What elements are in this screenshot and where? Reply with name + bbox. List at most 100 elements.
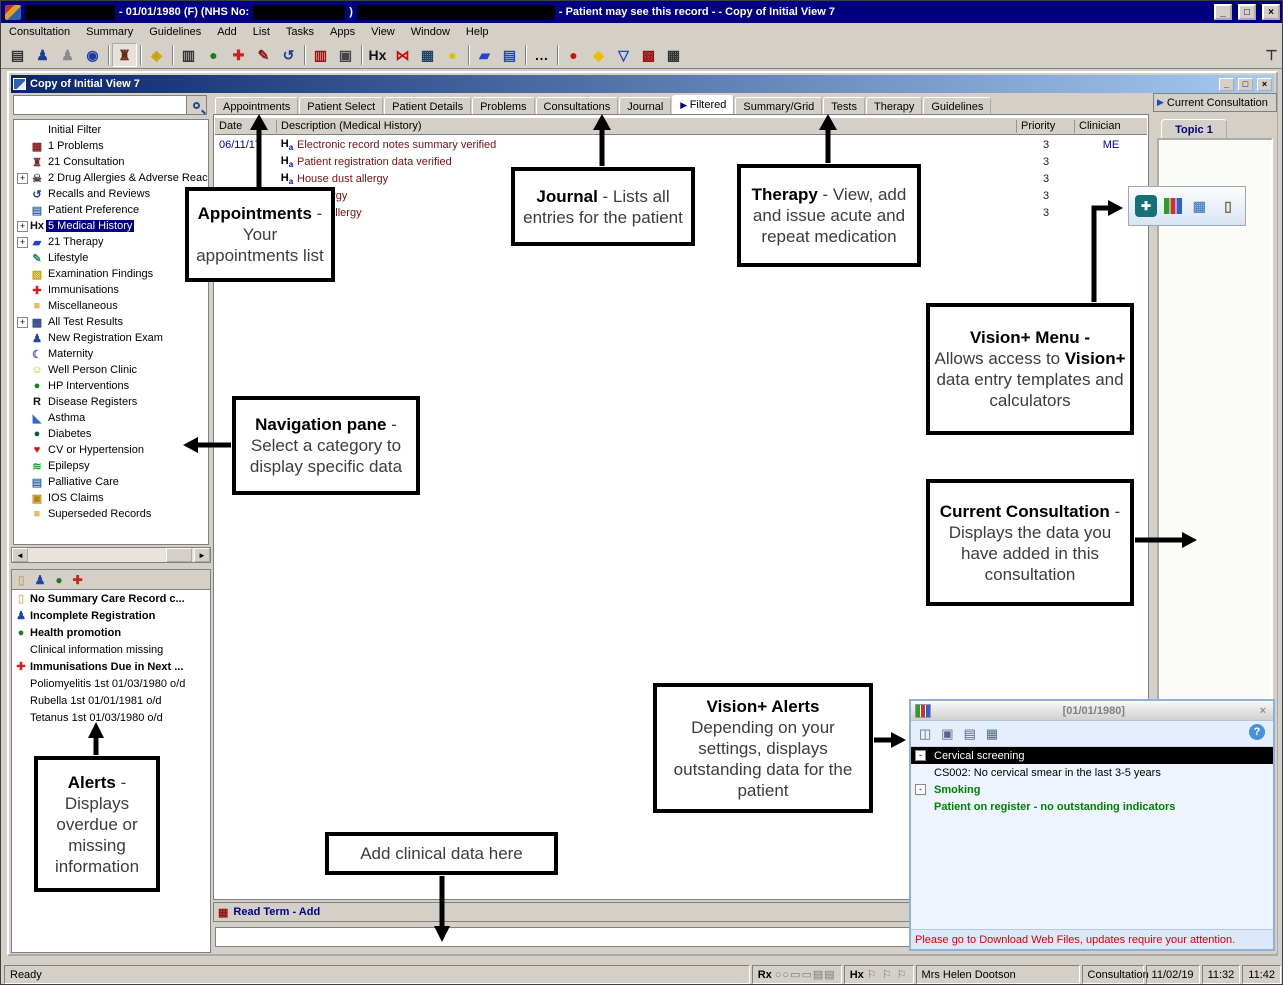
sidebar-item[interactable]: + ▰ 21 Therapy (14, 234, 208, 250)
copy-records-icon[interactable]: ▣ (333, 43, 358, 67)
alert-item[interactable]: ✚ Immunisations Due in Next ... (12, 658, 210, 675)
expander-box[interactable] (17, 413, 28, 424)
therapy-icon[interactable]: ▰ (472, 43, 497, 67)
problem-highlight-icon[interactable]: ● (561, 43, 586, 67)
sidebar-item[interactable]: ≋ Epilepsy (14, 458, 208, 474)
sidebar-item[interactable]: ▣ IOS Claims (14, 490, 208, 506)
filter-icon[interactable]: ▽ (611, 43, 636, 67)
vplus-chart-icon[interactable] (1164, 198, 1182, 214)
expander-box[interactable]: + (17, 173, 28, 184)
sidebar-item[interactable]: ▧ Examination Findings (14, 266, 208, 282)
template-icon[interactable]: ▩ (636, 43, 661, 67)
expander-box[interactable] (17, 205, 28, 216)
vplus-add-icon[interactable]: ✚ (1135, 195, 1157, 217)
record-tab[interactable]: Patient Details (384, 97, 471, 115)
expander-box[interactable] (17, 365, 28, 376)
column-priority[interactable]: Priority (1017, 120, 1075, 133)
expander-box[interactable] (17, 301, 28, 312)
report-icon[interactable]: ▤ (964, 726, 976, 742)
prescription-pad-icon[interactable]: ▤ (497, 43, 522, 67)
sidebar-item[interactable]: ▤ Palliative Care (14, 474, 208, 490)
alert-item[interactable]: ♟ Incomplete Registration (12, 607, 210, 624)
menu-item[interactable]: Tasks (278, 24, 322, 40)
consultation-icon[interactable]: ♜ (112, 43, 137, 67)
sidebar-item[interactable]: ↺ Recalls and Reviews (14, 186, 208, 202)
organiser-icon[interactable]: ▦ (661, 43, 686, 67)
sidebar-item[interactable]: ✎ Lifestyle (14, 250, 208, 266)
vision-plus-alert-row[interactable]: - Cervical screening (911, 747, 1273, 764)
column-description[interactable]: Description (Medical History) (277, 120, 1017, 133)
allergy-icon[interactable]: ✎ (251, 43, 276, 67)
docman-icon[interactable]: ⊤ (1259, 43, 1283, 67)
alert-item[interactable]: Clinical information missing (12, 641, 210, 658)
alert-item[interactable]: ● Health promotion (12, 624, 210, 641)
sidebar-item[interactable]: + ▩ All Test Results (14, 314, 208, 330)
sticky-note-icon[interactable]: ◈ (144, 43, 169, 67)
select-patient-icon[interactable]: ♟ (30, 43, 55, 67)
collapse-icon[interactable]: - (915, 784, 926, 795)
sidebar-item[interactable]: ☾ Maternity (14, 346, 208, 362)
record-tab[interactable]: Filtered (672, 95, 734, 115)
expander-box[interactable]: + (17, 221, 28, 232)
record-restore-button[interactable]: □ (1238, 78, 1253, 91)
menu-item[interactable]: Summary (78, 24, 141, 40)
menu-item[interactable]: Help (458, 24, 497, 40)
sidebar-item[interactable]: ♥ CV or Hypertension (14, 442, 208, 458)
alert-item[interactable]: Poliomyelitis 1st 01/03/1980 o/d (12, 675, 210, 692)
column-date[interactable]: Date (215, 120, 277, 133)
expander-box[interactable] (17, 253, 28, 264)
minimize-button[interactable]: _ (1214, 4, 1232, 20)
sidebar-item[interactable]: + Hx 5 Medical History (14, 218, 208, 234)
sidebar-item[interactable]: ✚ Immunisations (14, 282, 208, 298)
expander-box[interactable] (17, 429, 28, 440)
find-patient-icon[interactable]: ◉ (80, 43, 105, 67)
alert-item[interactable]: Tetanus 1st 01/03/1980 o/d (12, 709, 210, 726)
current-consultation-header[interactable]: ▶ Current Consultation (1153, 93, 1277, 112)
vision-plus-alert-row[interactable]: CS002: No cervical smear in the last 3-5… (911, 764, 1273, 781)
expander-box[interactable] (17, 125, 28, 136)
sidebar-item[interactable]: ▦ 1 Problems (14, 138, 208, 154)
expander-box[interactable] (17, 381, 28, 392)
record-close-button[interactable]: × (1257, 78, 1272, 91)
vision-plus-alert-row[interactable]: - Smoking (911, 781, 1273, 798)
column-clinician[interactable]: Clinician (1075, 120, 1147, 133)
preview-icon[interactable]: ◫ (919, 726, 931, 742)
expander-box[interactable] (17, 397, 28, 408)
expander-box[interactable]: + (17, 237, 28, 248)
alert-item[interactable]: ▯ No Summary Care Record c... (12, 590, 210, 607)
sidebar-item[interactable]: ▤ Patient Preference (14, 202, 208, 218)
sidebar-item[interactable]: ■ Superseded Records (14, 506, 208, 522)
sidebar-item[interactable]: ☺ Well Person Clinic (14, 362, 208, 378)
expander-box[interactable] (17, 189, 28, 200)
links-icon[interactable]: ⋈ (390, 43, 415, 67)
help-icon[interactable]: ? (1249, 724, 1265, 740)
alert-item[interactable]: Rubella 1st 01/01/1981 o/d (12, 692, 210, 709)
red-book-icon[interactable]: ▥ (308, 43, 333, 67)
recalls-icon[interactable]: ↺ (276, 43, 301, 67)
scroll-right-icon[interactable]: ► (194, 548, 210, 562)
record-tab[interactable]: Therapy (866, 97, 922, 115)
vision-plus-close-icon[interactable]: × (1257, 705, 1269, 717)
expander-box[interactable] (17, 445, 28, 456)
topic-tab[interactable]: Topic 1 (1161, 119, 1227, 139)
expander-box[interactable] (17, 509, 28, 520)
expander-box[interactable] (17, 269, 28, 280)
note-bubble-icon[interactable]: ◆ (586, 43, 611, 67)
scroll-track[interactable] (28, 548, 194, 562)
screen-report-icon[interactable]: ▦ (415, 43, 440, 67)
menu-item[interactable]: Window (403, 24, 458, 40)
vision-plus-alert-row[interactable]: Patient on register - no outstanding ind… (911, 798, 1273, 815)
record-tab[interactable]: Guidelines (923, 97, 991, 115)
scroll-thumb[interactable] (166, 548, 192, 562)
sidebar-item[interactable]: ■ Miscellaneous (14, 298, 208, 314)
immunisations-icon[interactable]: ✚ (226, 43, 251, 67)
sidebar-item[interactable]: ♜ 21 Consultation (14, 154, 208, 170)
scroll-left-icon[interactable]: ◄ (12, 548, 28, 562)
more-tools-icon[interactable]: … (529, 43, 554, 67)
expander-box[interactable] (17, 141, 28, 152)
expander-box[interactable] (17, 333, 28, 344)
notes-toolbar-icon[interactable]: ▤ (5, 43, 30, 67)
health-promotion-icon[interactable]: ● (201, 43, 226, 67)
expander-box[interactable] (17, 349, 28, 360)
expander-box[interactable]: + (17, 317, 28, 328)
